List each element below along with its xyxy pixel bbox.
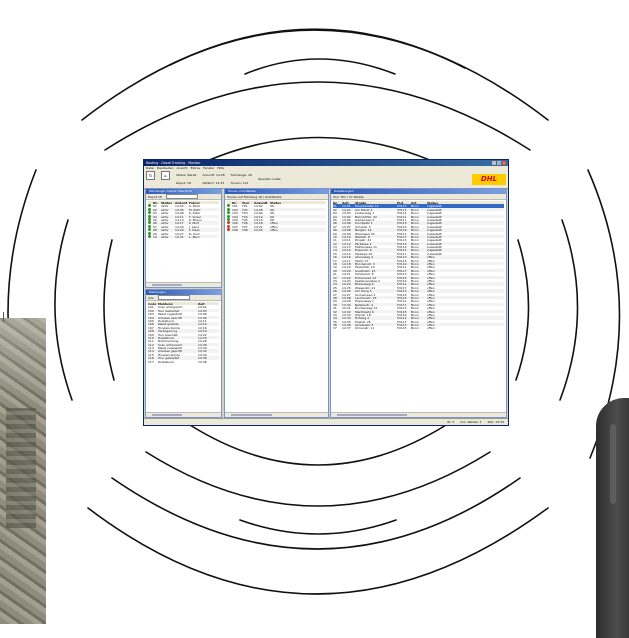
status-time: Zeit: 14:39: [487, 420, 504, 424]
tours-panel: Touren und Pakete Touren auf Fahrzeug 18…: [224, 188, 329, 418]
menu-window[interactable]: Fenster: [203, 166, 214, 170]
home-icon[interactable]: ⌂: [161, 171, 170, 180]
handheld-scanner-photo: [596, 398, 629, 638]
menu-help[interactable]: Hilfe: [217, 166, 224, 170]
messages-search-input[interactable]: [157, 295, 190, 300]
deliveries-cell: offen: [427, 326, 435, 330]
vehicles-filter-value[interactable]: Depot 18: [148, 195, 162, 199]
status-dot-icon: [148, 234, 151, 238]
arc-outer-bottom: [87, 507, 549, 595]
menu-view[interactable]: Ansicht: [177, 166, 188, 170]
tours-cell: offen: [270, 228, 278, 232]
toolbar-departure: Abfahrt: 14:35: [202, 181, 225, 185]
vehicles-search-input[interactable]: [165, 194, 198, 199]
menu-edit[interactable]: Bearbeiten: [157, 166, 173, 170]
messages-cell: 14:38: [198, 359, 207, 364]
maximize-button[interactable]: □: [497, 161, 501, 165]
messages-filter-value[interactable]: Alle: [148, 296, 154, 300]
vehicles-panel: Fahrzeuge / Depot Übersicht Depot 18 Nr.…: [145, 188, 222, 288]
messages-cell: 117: [148, 359, 154, 364]
deliveries-cell: 53115: [397, 326, 407, 330]
arc-left-3: [103, 239, 115, 381]
deliveries-cell: 37: [333, 326, 337, 330]
deliveries-cell: Ulmenstr. 11: [355, 326, 375, 330]
deliveries-panel: Zustellungen Tour T01 / 37 Pakete Nr. Zei…: [330, 188, 507, 418]
tours-scrollbar[interactable]: [225, 412, 328, 417]
status-id: ID: 4: [447, 420, 455, 424]
toolbar: ↻ ⌂ Status: Bereit Depot: 18 Ankunft: 14…: [144, 170, 508, 189]
status-packages: Anz. Pakete: 3: [460, 420, 482, 424]
aerial-photo: [0, 318, 46, 624]
arc-right-2: [559, 219, 579, 401]
arc-left-2: [54, 219, 73, 401]
app-window: Routing · Depot Tracking · Monitor _ □ ×…: [143, 159, 509, 426]
messages-row[interactable]: 117 Zustellung 14:38: [148, 360, 219, 363]
toolbar-group-user: Operator Leitst.: [258, 171, 282, 187]
toolbar-user: Operator Leitst.: [257, 177, 282, 181]
toolbar-group-status: Status: Bereit Depot: 18: [176, 171, 196, 187]
messages-table: Code Meldung Zeit 101 Scan erfolgreich 14:01 1…: [146, 301, 221, 364]
tours-subtitle: Touren auf Fahrzeug 18 / Zustellliste: [227, 194, 282, 199]
vehicles-table: Nr.StatusAnkunftFahrer01aktiv14:02A. Bec…: [146, 200, 221, 239]
status-dot-icon: [227, 228, 230, 232]
arc-bottom-5: [239, 519, 397, 535]
deliveries-row[interactable]: 37 14:37 Ulmenstr. 11 53115 Bonn offen: [333, 326, 504, 329]
refresh-icon[interactable]: ↻: [146, 171, 155, 180]
vehicles-cell: L. Berg: [189, 234, 200, 239]
status-bar: ID: 4 Anz. Pakete: 3 Zeit: 14:39: [144, 418, 508, 425]
deliveries-cell: Bonn: [411, 326, 419, 330]
toolbar-depot: Depot: 18: [176, 181, 191, 185]
vehicles-cell: 14:31: [175, 234, 184, 239]
deliveries-table: Nr. Zeit Straße PLZ Ort Status 01 14:01 Hauptstr…: [331, 200, 506, 331]
toolbar-vehicles: Fahrzeuge: 26: [230, 173, 252, 177]
arc-bottom-4: [189, 424, 447, 466]
deliveries-subtitle: Tour T01 / 37 Pakete: [333, 194, 364, 199]
vehicles-cell: 10: [153, 234, 157, 239]
arc-outer-top: [81, 29, 549, 121]
vehicles-cell: aktiv: [161, 234, 169, 239]
tours-table: Nr. Tour Ankunft Status 101 T01 14:02 OK 102 T02 1…: [225, 200, 328, 233]
menu-file[interactable]: Datei: [146, 166, 154, 170]
messages-panel: Meldungen Alle Code Meldung Zeit 101 Scan er…: [145, 289, 222, 418]
brand-logo: DHL: [472, 173, 506, 185]
window-title: Routing · Depot Tracking · Monitor: [146, 161, 201, 165]
arc-bottom-2: [145, 451, 491, 507]
toolbar-arrival: Ankunft: 14:28: [202, 173, 225, 177]
arc-top-2: [169, 28, 466, 69]
deliveries-cell: 14:37: [342, 326, 351, 330]
arc-bottom-3: [111, 477, 521, 550]
arc-top-4: [244, 58, 396, 75]
messages-scrollbar[interactable]: [146, 412, 221, 417]
toolbar-group-times: Ankunft: 14:28 Abfahrt: 14:35: [202, 171, 224, 187]
arc-right-3: [515, 239, 530, 381]
toolbar-tours: Touren: 112: [230, 181, 249, 185]
tours-row[interactable]: 108 T08 14:25 offen: [227, 228, 326, 232]
deliveries-scrollbar[interactable]: [331, 412, 506, 417]
arc-top-3: [104, 81, 531, 151]
vehicles-row[interactable]: 10 aktiv 14:31 L. Berg: [148, 234, 219, 239]
toolbar-group-counts: Fahrzeuge: 26 Touren: 112: [231, 171, 252, 187]
vehicles-scrollbar[interactable]: [146, 282, 221, 287]
tours-cell: 14:25: [254, 228, 263, 232]
minimize-button[interactable]: _: [492, 161, 496, 165]
close-button[interactable]: ×: [502, 161, 506, 165]
menu-extras[interactable]: Extras: [191, 166, 200, 170]
messages-cell: Zustellung: [158, 359, 174, 364]
photo-edge-marker: [3, 312, 4, 322]
tours-cell: 108: [232, 228, 238, 232]
toolbar-status: Status: Bereit: [176, 173, 197, 177]
tours-cell: T08: [242, 228, 248, 232]
